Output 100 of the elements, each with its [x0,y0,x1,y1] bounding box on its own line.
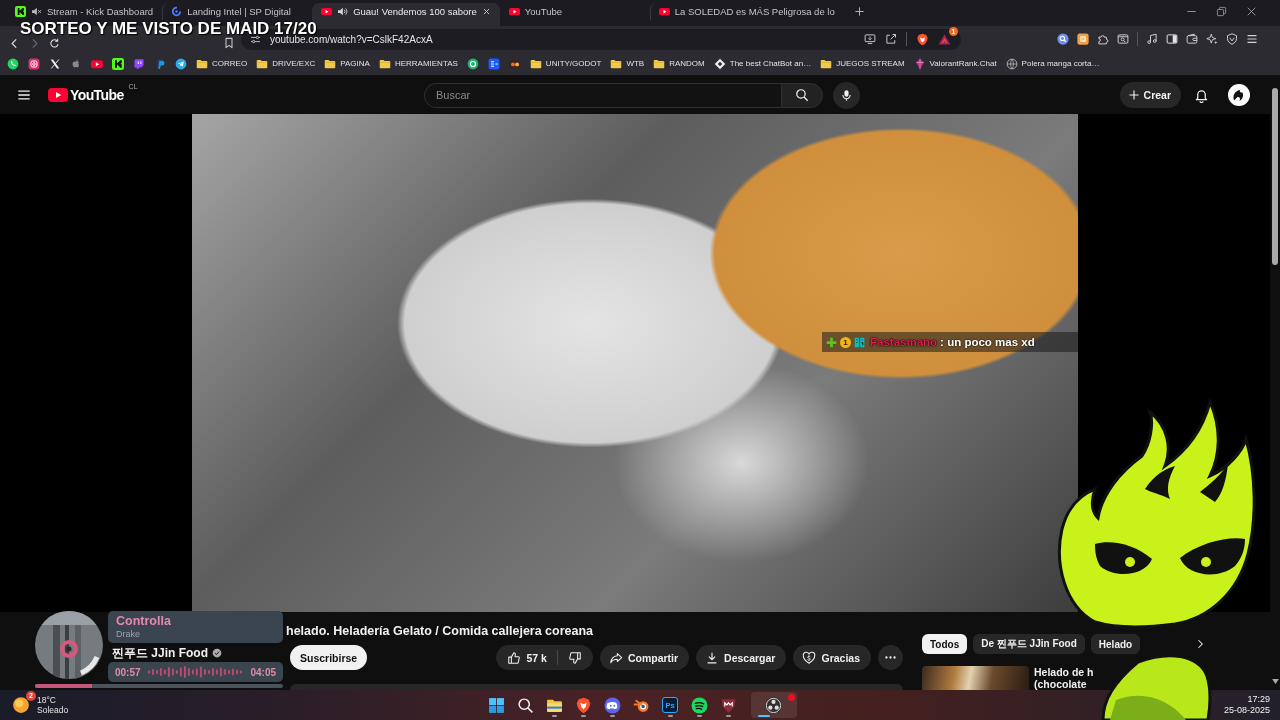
p-logo-icon[interactable] [154,57,166,70]
camera-icon[interactable] [28,57,40,70]
bookmark-link[interactable]: Polera manga corta… [1005,57,1100,70]
shield-icon [574,696,592,714]
close-icon[interactable] [1246,6,1257,17]
share-icon[interactable] [885,33,897,45]
dots-logo-icon[interactable] [508,57,521,70]
folder-icon [324,57,337,70]
speaker-icon[interactable] [337,6,349,17]
wallet-icon[interactable] [1186,33,1198,45]
grid-logo-icon [487,696,505,714]
video-title[interactable]: Helado de h (chocolate [1034,666,1098,690]
folder-icon [196,57,208,70]
tile-logo-icon[interactable] [112,57,124,70]
bookmark-folder[interactable]: HERRAMIENTAS [378,57,458,70]
search-icon[interactable] [1057,33,1069,45]
apple-icon[interactable] [70,57,82,70]
voice-search-button[interactable] [833,81,860,109]
thumbs-up-icon [507,650,522,665]
like-button[interactable]: 57 k [496,645,557,670]
weather-condition: Soleado [37,705,69,715]
folder-icon [529,57,542,70]
play-logo-icon[interactable] [91,57,103,70]
video-title: helado. Heladería Gelato / Comida callejera coreana [286,623,594,640]
sparkle-icon[interactable] [1206,33,1218,45]
ring-logo-icon[interactable] [466,57,479,70]
sidebar-icon[interactable] [1166,33,1178,45]
bookmark-icon[interactable] [223,37,235,49]
bookmark-folder[interactable]: UNITY/GODOT [529,57,602,70]
bookmark-folder[interactable]: RANDOM [653,57,705,70]
site-settings-icon[interactable] [250,33,261,45]
clock-time: 17:29 [1247,694,1270,705]
filter-chip[interactable]: Todos [922,634,968,654]
shield-icon[interactable] [916,32,929,46]
search-button[interactable] [781,82,823,108]
share-arrow-icon [608,650,623,665]
phone-bubble-icon[interactable] [7,57,19,70]
more-button[interactable] [878,645,903,670]
share-button[interactable]: Compartir [599,645,690,670]
scroll-down-icon[interactable] [1271,679,1279,684]
ring-logo-icon [171,6,183,17]
chat-message: : un poco mas xd [940,336,1035,348]
folder-icon [378,57,391,70]
search-icon [516,696,534,714]
temperature: 18°C [37,695,57,705]
paper-plane-icon[interactable] [175,57,187,70]
controller-icon [603,696,621,714]
bookmark-folder[interactable]: DRIVE/EXC [256,57,316,70]
play-logo-icon [658,6,670,17]
chat-box-icon[interactable] [133,57,145,70]
progress-track[interactable] [35,684,283,688]
plus-icon[interactable] [853,6,865,17]
filter-chip[interactable]: Helado [1090,634,1141,654]
play-logo-icon [321,6,333,17]
bookmark-link[interactable]: ValorantRank.Chat [913,57,997,70]
video-thumbnail-photo[interactable] [922,666,1029,690]
puzzle-icon[interactable] [1097,33,1109,45]
music-note-icon[interactable] [1146,33,1158,45]
song-title: Controlla [116,614,172,629]
browser-tab[interactable]: YouTube [499,3,650,20]
close-icon[interactable] [481,7,491,16]
subscribe-button[interactable]: Suscribirse [290,645,368,670]
browser-tab[interactable]: Stream - Kick Dashboard [6,3,163,20]
bookmark-folder[interactable]: CORREO [196,57,248,70]
bookmark-link[interactable]: The best ChatBot an… [713,57,812,70]
bell-icon[interactable] [1194,87,1209,103]
channel-name[interactable]: 찐푸드 JJin Food [112,646,208,660]
triangle-logo-icon[interactable] [938,32,951,46]
create-button[interactable]: Crear [1119,82,1181,108]
video-player[interactable]: 1 Fastasmano : un poco mas xd [0,114,1270,612]
browser-tab[interactable]: La SOLEDAD es MÁS Peligrosa de lo [649,3,844,20]
lines-tile-icon[interactable] [487,57,500,70]
search-field[interactable]: Buscar [424,82,781,108]
reader-icon[interactable] [1117,33,1129,45]
shield-logo-icon [719,696,737,714]
screen-icon[interactable] [864,33,876,45]
x-mark-icon[interactable] [49,57,61,70]
filter-chip[interactable]: De 찐푸드 JJin Food [973,634,1085,654]
bookmark-folder[interactable]: PAGINA [324,57,370,70]
play-logo-icon [508,6,520,17]
shield-icon[interactable] [1226,33,1238,45]
extension-tile-icon[interactable] [1077,33,1089,45]
play-logo-icon [48,88,68,102]
thanks-button[interactable]: Gracias [793,645,871,670]
sun-icon[interactable] [12,696,30,714]
muted-speaker-icon[interactable] [31,6,42,17]
taskbar-app-button[interactable] [751,692,797,718]
menu-icon[interactable] [1246,33,1258,45]
record-logo-icon [764,696,782,714]
bookmark-folder[interactable]: WTB [610,57,645,70]
plus-icon [1127,89,1140,101]
scrollbar-thumb[interactable] [1272,88,1278,265]
pixel-badge-icon [854,336,865,348]
restore-icon[interactable] [1216,6,1227,17]
avatar-icon[interactable] [1228,84,1250,106]
reload-icon[interactable] [49,38,60,49]
elapsed-time: 00:57 [115,666,141,678]
download-button[interactable]: Descargar [696,645,787,670]
bookmark-folder[interactable]: JUEGOS STREAM [820,57,905,70]
menu-icon[interactable] [17,88,31,102]
